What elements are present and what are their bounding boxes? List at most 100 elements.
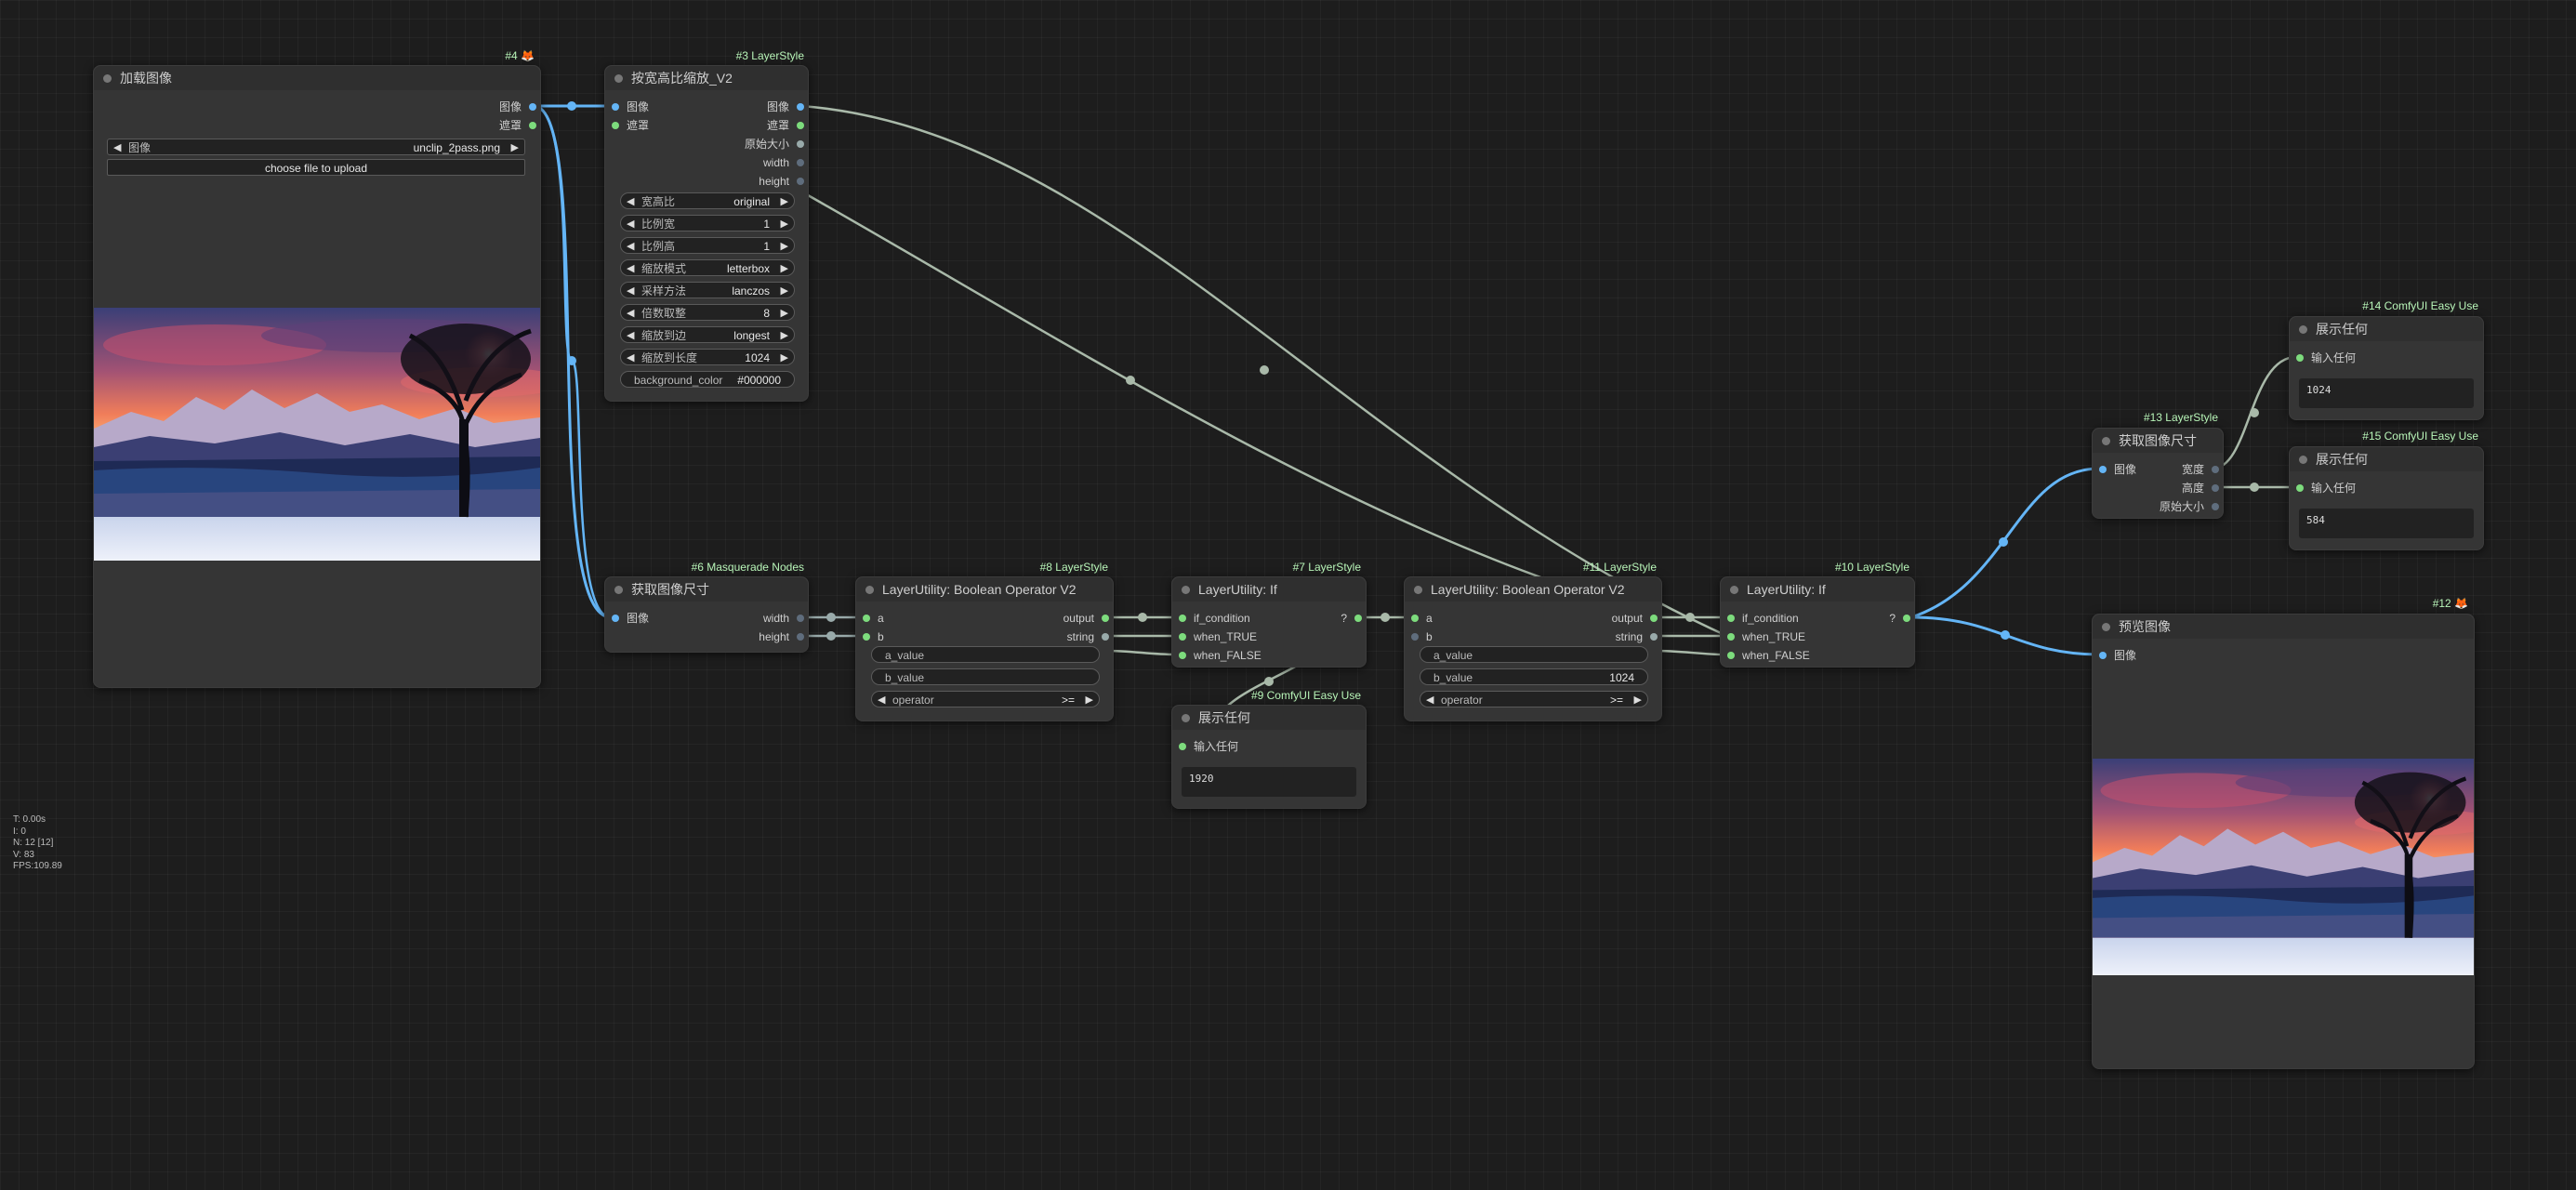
node-title[interactable]: 预览图像: [2093, 615, 2474, 639]
collapse-dot[interactable]: [1182, 586, 1190, 594]
node-title[interactable]: LayerUtility: If: [1721, 577, 1914, 602]
right-arrow-icon[interactable]: ▶: [511, 139, 519, 156]
input-if-condition[interactable]: if_condition: [1179, 612, 1250, 625]
input-a[interactable]: a: [1411, 612, 1433, 625]
widget-resample[interactable]: ◀ 采样方法 lanczos ▶: [620, 282, 795, 298]
left-arrow-icon[interactable]: ◀: [627, 260, 634, 277]
output-any[interactable]: ?: [1889, 612, 1910, 625]
widget-ratio-width[interactable]: ◀ 比例宽 1 ▶: [620, 215, 795, 231]
node-title[interactable]: 展示任何: [1172, 706, 1366, 730]
input-b[interactable]: b: [863, 630, 884, 643]
node-title[interactable]: 展示任何: [2290, 447, 2483, 471]
display-text[interactable]: 584: [2299, 509, 2474, 538]
output-string[interactable]: string: [1616, 630, 1658, 643]
output-image[interactable]: 图像: [499, 100, 536, 113]
output-width[interactable]: 宽度: [2182, 463, 2219, 476]
collapse-dot[interactable]: [2102, 437, 2110, 445]
input-any[interactable]: 输入任何: [2296, 351, 2356, 364]
output-height[interactable]: 高度: [2182, 482, 2219, 495]
right-arrow-icon[interactable]: ▶: [781, 260, 788, 277]
output-width[interactable]: width: [763, 156, 804, 169]
widget-b-value[interactable]: b_value: [871, 668, 1100, 685]
input-any[interactable]: 输入任何: [2296, 482, 2356, 495]
input-b[interactable]: b: [1411, 630, 1433, 643]
widget-aspect-ratio[interactable]: ◀ 宽高比 original ▶: [620, 192, 795, 209]
widget-background-color[interactable]: background_color #000000: [620, 371, 795, 388]
left-arrow-icon[interactable]: ◀: [627, 283, 634, 299]
right-arrow-icon[interactable]: ▶: [781, 305, 788, 322]
widget-round-multiple[interactable]: ◀ 倍数取整 8 ▶: [620, 304, 795, 321]
right-arrow-icon[interactable]: ▶: [781, 283, 788, 299]
output-mask[interactable]: 遮罩: [499, 119, 536, 132]
input-a[interactable]: a: [863, 612, 884, 625]
input-any[interactable]: 输入任何: [1179, 740, 1238, 753]
output-any[interactable]: ?: [1341, 612, 1362, 625]
input-if-condition[interactable]: if_condition: [1727, 612, 1799, 625]
left-arrow-icon[interactable]: ◀: [627, 216, 634, 232]
output-string[interactable]: string: [1067, 630, 1109, 643]
input-when-true[interactable]: when_TRUE: [1179, 630, 1257, 643]
node-title[interactable]: 加载图像: [94, 66, 540, 90]
input-image[interactable]: 图像: [612, 100, 649, 113]
output-mask[interactable]: 遮罩: [767, 119, 804, 132]
right-arrow-icon[interactable]: ▶: [781, 216, 788, 232]
left-arrow-icon[interactable]: ◀: [1426, 692, 1433, 708]
node-load-image[interactable]: 加载图像 图像 遮罩 ◀ 图像 unclip_2pass.png ▶ choose f…: [93, 65, 541, 688]
collapse-dot[interactable]: [1414, 586, 1422, 594]
collapse-dot[interactable]: [2102, 623, 2110, 631]
image-select[interactable]: ◀ 图像 unclip_2pass.png ▶: [107, 139, 525, 155]
input-when-false[interactable]: when_FALSE: [1179, 649, 1262, 662]
output-original-size[interactable]: 原始大小: [745, 138, 804, 151]
display-text[interactable]: 1920: [1182, 767, 1356, 797]
node-if-7[interactable]: LayerUtility: If if_condition when_TRUE …: [1171, 576, 1367, 668]
display-text[interactable]: 1024: [2299, 378, 2474, 408]
widget-a-value[interactable]: a_value: [1420, 646, 1648, 663]
right-arrow-icon[interactable]: ▶: [1634, 692, 1642, 708]
right-arrow-icon[interactable]: ▶: [781, 350, 788, 366]
upload-button[interactable]: choose file to upload: [107, 159, 525, 176]
right-arrow-icon[interactable]: ▶: [781, 193, 788, 210]
output-output[interactable]: output: [1612, 612, 1658, 625]
collapse-dot[interactable]: [865, 586, 874, 594]
node-title[interactable]: LayerUtility: Boolean Operator V2: [856, 577, 1113, 602]
right-arrow-icon[interactable]: ▶: [781, 327, 788, 344]
left-arrow-icon[interactable]: ◀: [627, 305, 634, 322]
output-width[interactable]: width: [763, 612, 804, 625]
collapse-dot[interactable]: [103, 74, 112, 83]
widget-ratio-height[interactable]: ◀ 比例高 1 ▶: [620, 237, 795, 254]
widget-b-value[interactable]: b_value 1024: [1420, 668, 1648, 685]
node-get-image-size[interactable]: 获取图像尺寸 图像 width height: [604, 576, 809, 653]
node-if-10[interactable]: LayerUtility: If if_condition when_TRUE …: [1720, 576, 1915, 668]
left-arrow-icon[interactable]: ◀: [627, 350, 634, 366]
left-arrow-icon[interactable]: ◀: [878, 692, 885, 708]
input-image[interactable]: 图像: [2099, 649, 2136, 662]
node-title[interactable]: LayerUtility: If: [1172, 577, 1366, 602]
widget-a-value[interactable]: a_value: [871, 646, 1100, 663]
right-arrow-icon[interactable]: ▶: [781, 238, 788, 255]
left-arrow-icon[interactable]: ◀: [627, 238, 634, 255]
input-image[interactable]: 图像: [2099, 463, 2136, 476]
widget-scale-to-side[interactable]: ◀ 缩放到边 longest ▶: [620, 326, 795, 343]
output-height[interactable]: height: [759, 630, 804, 643]
node-show-any-14[interactable]: 展示任何 输入任何 1024: [2289, 316, 2484, 420]
node-show-any-15[interactable]: 展示任何 输入任何 584: [2289, 446, 2484, 550]
left-arrow-icon[interactable]: ◀: [113, 139, 121, 156]
output-original-size[interactable]: 原始大小: [2160, 500, 2219, 513]
widget-operator[interactable]: ◀ operator >= ▶: [871, 691, 1100, 707]
input-when-true[interactable]: when_TRUE: [1727, 630, 1805, 643]
node-title[interactable]: 获取图像尺寸: [605, 577, 808, 602]
input-mask[interactable]: 遮罩: [612, 119, 649, 132]
widget-fit-mode[interactable]: ◀ 缩放模式 letterbox ▶: [620, 259, 795, 276]
output-image[interactable]: 图像: [767, 100, 804, 113]
node-title[interactable]: LayerUtility: Boolean Operator V2: [1405, 577, 1661, 602]
left-arrow-icon[interactable]: ◀: [627, 327, 634, 344]
input-image[interactable]: 图像: [612, 612, 649, 625]
node-title[interactable]: 展示任何: [2290, 317, 2483, 341]
node-boolean-operator-8[interactable]: LayerUtility: Boolean Operator V2 a b ou…: [855, 576, 1114, 721]
widget-operator[interactable]: ◀ operator >= ▶: [1420, 691, 1648, 707]
node-get-image-size-13[interactable]: 获取图像尺寸 图像 宽度 高度 原始大小: [2092, 428, 2224, 519]
collapse-dot[interactable]: [2299, 456, 2307, 464]
collapse-dot[interactable]: [2299, 325, 2307, 334]
node-title[interactable]: 获取图像尺寸: [2093, 429, 2223, 453]
collapse-dot[interactable]: [1730, 586, 1738, 594]
